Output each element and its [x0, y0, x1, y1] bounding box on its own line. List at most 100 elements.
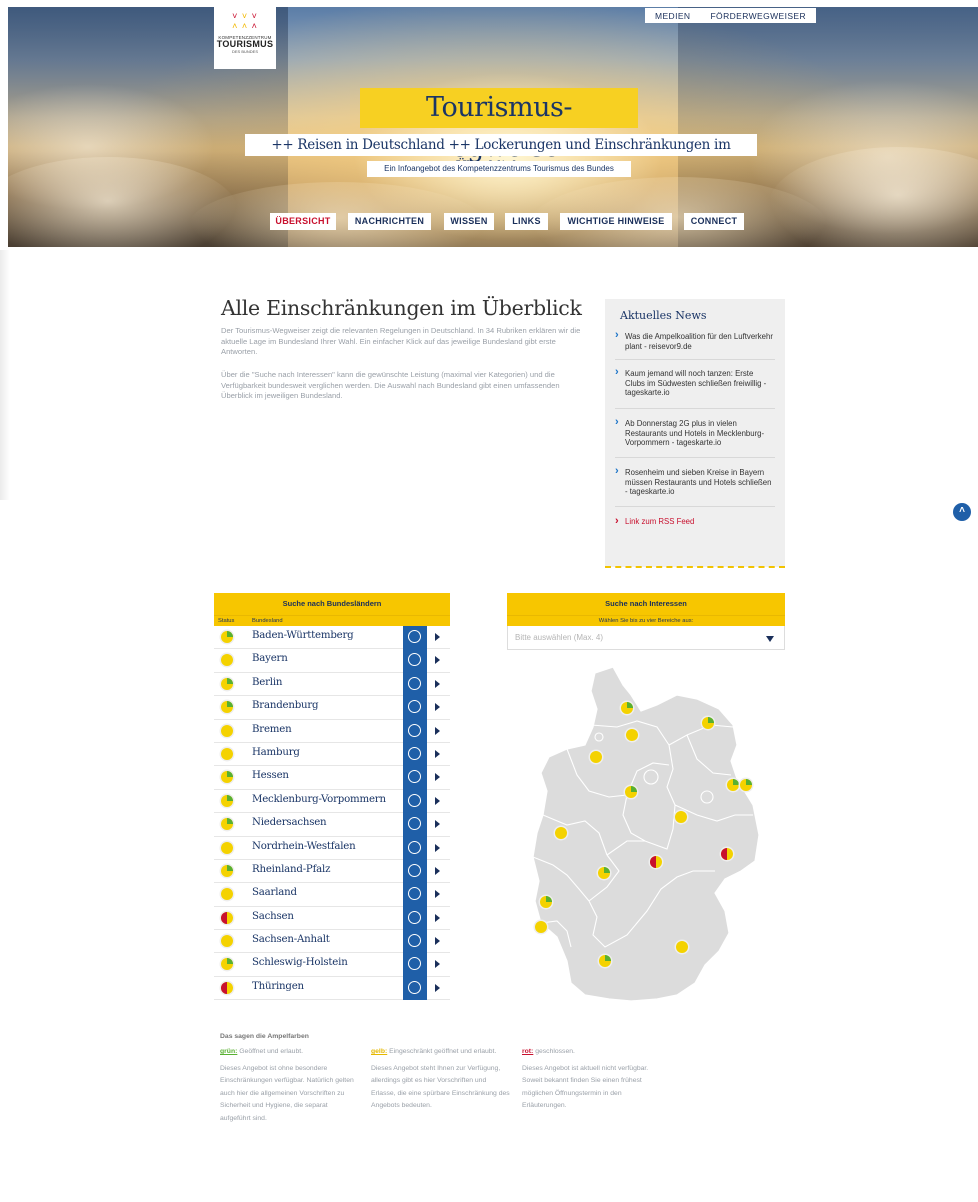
state-row[interactable]: Baden-Württemberg	[214, 626, 450, 650]
legend-red-text: Dieses Angebot ist aktuell nicht verfügb…	[522, 1064, 649, 1110]
arrow-right-icon[interactable]	[435, 726, 440, 735]
info-button[interactable]	[403, 906, 427, 931]
map-marker[interactable]	[588, 749, 604, 765]
arrow-right-icon[interactable]	[435, 913, 440, 922]
state-name[interactable]: Thüringen	[252, 981, 304, 992]
logo[interactable]: ˅ ˅ ˅ ˄ ˄ ˄ KOMPETENZZENTRUM TOURISMUS DE…	[214, 7, 276, 69]
arrow-right-icon[interactable]	[435, 937, 440, 946]
nav-wichtige-hinweise[interactable]: WICHTIGE HINWEISE	[560, 213, 672, 230]
arrow-right-icon[interactable]	[435, 983, 440, 992]
state-name[interactable]: Rheinland-Pfalz	[252, 864, 330, 875]
map-marker[interactable]	[596, 865, 612, 881]
state-row[interactable]: Brandenburg	[214, 696, 450, 720]
arrow-right-icon[interactable]	[435, 679, 440, 688]
intro-paragraph-1: Der Tourismus-Wegweiser zeigt die releva…	[221, 326, 581, 356]
state-name[interactable]: Schleswig-Holstein	[252, 957, 348, 968]
rss-feed-link[interactable]: Link zum RSS Feed	[615, 515, 694, 527]
info-button[interactable]	[403, 789, 427, 814]
map-marker[interactable]	[553, 825, 569, 841]
info-button[interactable]	[403, 859, 427, 884]
state-name[interactable]: Mecklenburg-Vorpommern	[252, 794, 386, 805]
arrow-right-icon[interactable]	[435, 843, 440, 852]
status-traffic-light-icon	[219, 933, 235, 949]
nav-uebersicht[interactable]: ÜBERSICHT	[270, 213, 336, 230]
map-marker[interactable]	[619, 700, 635, 716]
info-button[interactable]	[403, 836, 427, 860]
state-name[interactable]: Bayern	[252, 653, 288, 664]
info-button[interactable]	[403, 953, 427, 977]
news-item[interactable]: Ab Donnerstag 2G plus in vielen Restaura…	[615, 418, 775, 448]
map-marker[interactable]	[623, 784, 639, 800]
state-name[interactable]: Baden-Württemberg	[252, 630, 354, 641]
arrow-right-icon[interactable]	[435, 656, 440, 665]
state-name[interactable]: Nordrhein-Westfalen	[252, 841, 356, 852]
arrow-right-icon[interactable]	[435, 796, 440, 805]
arrow-right-icon[interactable]	[435, 773, 440, 782]
info-button[interactable]	[403, 813, 427, 837]
state-name[interactable]: Sachsen-Anhalt	[252, 934, 330, 945]
map-marker[interactable]	[624, 727, 640, 743]
state-row[interactable]: Hamburg	[214, 742, 450, 767]
map-marker[interactable]	[673, 809, 689, 825]
info-button[interactable]	[403, 696, 427, 720]
state-name[interactable]: Hamburg	[252, 747, 300, 758]
nav-nachrichten[interactable]: NACHRICHTEN	[348, 213, 431, 230]
state-name[interactable]: Sachsen	[252, 911, 294, 922]
interests-select[interactable]: Bitte auswählen (Max. 4)	[507, 626, 785, 650]
map-marker[interactable]	[538, 894, 554, 910]
news-item[interactable]: Kaum jemand will noch tanzen: Erste Club…	[615, 368, 775, 398]
state-row[interactable]: Berlin	[214, 672, 450, 697]
news-item[interactable]: Was die Ampelkoalition für den Luftverke…	[615, 331, 775, 351]
state-row[interactable]: Hessen	[214, 766, 450, 790]
map-marker[interactable]	[700, 715, 716, 731]
state-row[interactable]: Nordrhein-Westfalen	[214, 836, 450, 860]
map-marker[interactable]	[674, 939, 690, 955]
map-marker[interactable]	[738, 777, 754, 793]
arrow-right-icon[interactable]	[435, 703, 440, 712]
arrow-right-icon[interactable]	[435, 866, 440, 875]
legend-green-text: Dieses Angebot ist ohne besondere Einsch…	[220, 1064, 354, 1122]
map-marker[interactable]	[725, 777, 741, 793]
state-row[interactable]: Saarland	[214, 883, 450, 907]
news-item[interactable]: Rosenheim und sieben Kreise in Bayern mü…	[615, 467, 775, 497]
state-row[interactable]: Mecklenburg-Vorpommern	[214, 789, 450, 814]
topnav-foerderwegweiser[interactable]: FÖRDERWEGWEISER	[700, 8, 816, 23]
state-row[interactable]: Schleswig-Holstein	[214, 953, 450, 977]
info-button[interactable]	[403, 719, 427, 743]
arrow-right-icon[interactable]	[435, 633, 440, 641]
state-name[interactable]: Brandenburg	[252, 700, 319, 711]
state-name[interactable]: Bremen	[252, 724, 292, 735]
map-marker[interactable]	[533, 919, 549, 935]
state-name[interactable]: Hessen	[252, 770, 289, 781]
arrow-right-icon[interactable]	[435, 960, 440, 969]
info-button[interactable]	[403, 766, 427, 790]
state-row[interactable]: Bremen	[214, 719, 450, 743]
state-row[interactable]: Niedersachsen	[214, 813, 450, 837]
info-button[interactable]	[403, 883, 427, 907]
info-button[interactable]	[403, 649, 427, 673]
info-button[interactable]	[403, 976, 427, 1001]
state-name[interactable]: Saarland	[252, 887, 297, 898]
state-name[interactable]: Niedersachsen	[252, 817, 327, 828]
info-button[interactable]	[403, 742, 427, 767]
info-button[interactable]	[403, 930, 427, 954]
map-marker[interactable]	[719, 846, 735, 862]
scroll-to-top-button[interactable]: ˄	[953, 503, 971, 521]
map-marker[interactable]	[597, 953, 613, 969]
topnav-medien[interactable]: MEDIEN	[645, 8, 700, 23]
state-row[interactable]: Thüringen	[214, 976, 450, 1001]
arrow-right-icon[interactable]	[435, 749, 440, 758]
state-row[interactable]: Sachsen-Anhalt	[214, 930, 450, 954]
nav-connect[interactable]: CONNECT	[684, 213, 744, 230]
state-row[interactable]: Sachsen	[214, 906, 450, 931]
state-row[interactable]: Rheinland-Pfalz	[214, 859, 450, 884]
info-button[interactable]	[403, 626, 427, 650]
state-row[interactable]: Bayern	[214, 649, 450, 673]
arrow-right-icon[interactable]	[435, 820, 440, 829]
nav-links[interactable]: LINKS	[505, 213, 548, 230]
info-button[interactable]	[403, 672, 427, 697]
arrow-right-icon[interactable]	[435, 890, 440, 899]
map-marker[interactable]	[648, 854, 664, 870]
state-name[interactable]: Berlin	[252, 677, 282, 688]
nav-wissen[interactable]: WISSEN	[444, 213, 494, 230]
